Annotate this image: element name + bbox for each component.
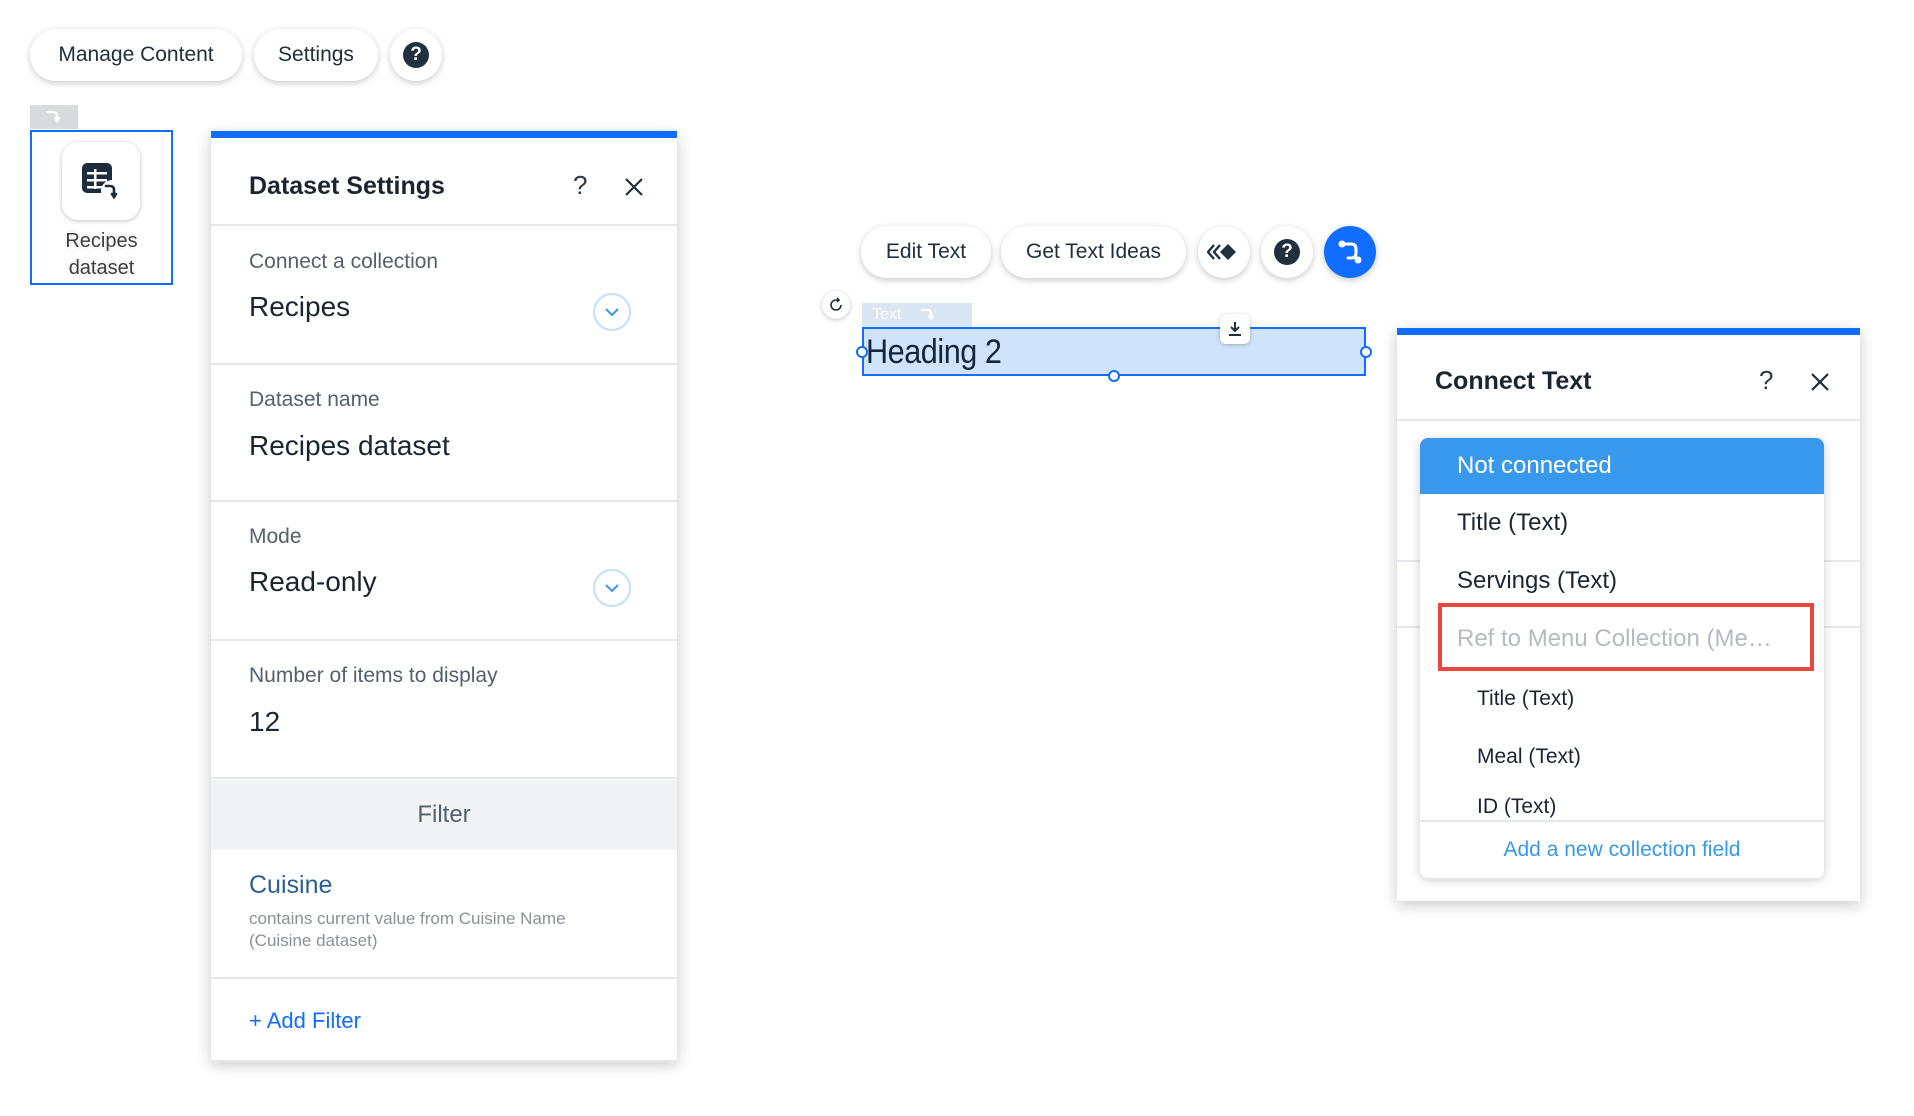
option-not-connected[interactable]: Not connected: [1420, 438, 1824, 494]
resize-handle-right[interactable]: [1360, 346, 1372, 358]
dataset-settings-panel: Dataset Settings ? Connect a collection …: [211, 131, 677, 1062]
element-type-tag: Text: [862, 303, 972, 327]
help-icon[interactable]: ?: [573, 170, 587, 201]
settings-button[interactable]: Settings: [254, 29, 378, 81]
dataset-name-label: Dataset name: [249, 388, 380, 411]
heading-content: Heading 2: [866, 333, 1002, 371]
rotate-icon: [830, 297, 842, 311]
mode-dropdown[interactable]: Read-only: [249, 566, 377, 598]
option-servings[interactable]: Servings (Text): [1420, 552, 1824, 610]
heading-text-element[interactable]: Heading 2: [862, 327, 1366, 376]
divider: [211, 977, 677, 979]
help-button[interactable]: ?: [390, 29, 442, 81]
option-sub-title[interactable]: Title (Text): [1420, 670, 1824, 728]
divider: [211, 639, 677, 641]
chevron-down-icon[interactable]: [593, 293, 631, 331]
panel-title: Dataset Settings: [249, 172, 445, 200]
rotate-button[interactable]: [822, 291, 850, 319]
option-ref-menu-collection: Ref to Menu Collection (Me…: [1457, 625, 1772, 652]
connect-data-button[interactable]: [1324, 226, 1376, 278]
option-sub-meal[interactable]: Meal (Text): [1420, 728, 1824, 786]
add-collection-field-link[interactable]: Add a new collection field: [1420, 822, 1824, 878]
help-icon: ?: [403, 42, 429, 68]
edit-text-button[interactable]: Edit Text: [861, 226, 991, 278]
filter-item-cuisine[interactable]: Cuisine: [249, 871, 332, 900]
dataset-label: Recipes dataset: [65, 230, 138, 279]
close-icon[interactable]: [623, 176, 645, 198]
panel-title: Connect Text: [1435, 367, 1592, 395]
filter-header: Filter: [211, 780, 677, 850]
dataset-widget[interactable]: Recipes dataset: [30, 130, 173, 285]
option-sub-id[interactable]: ID (Text): [1420, 790, 1824, 824]
connect-tag[interactable]: [30, 105, 78, 129]
collection-dropdown[interactable]: Recipes: [249, 291, 350, 323]
close-icon[interactable]: [1809, 371, 1831, 393]
dataset-name-field[interactable]: Recipes dataset: [249, 430, 450, 462]
animation-button[interactable]: [1198, 226, 1250, 278]
option-title[interactable]: Title (Text): [1420, 494, 1824, 552]
connect-icon: [1338, 240, 1362, 264]
divider: [211, 500, 677, 502]
divider: [211, 363, 677, 365]
items-label: Number of items to display: [249, 664, 498, 687]
divider: [211, 224, 677, 226]
text-help-button[interactable]: ?: [1261, 226, 1313, 278]
animation-icon: [1207, 244, 1236, 260]
divider: [211, 1060, 677, 1062]
chevron-down-icon[interactable]: [593, 569, 631, 607]
resize-handle-left[interactable]: [856, 346, 868, 358]
dataset-icon: [62, 142, 140, 220]
resize-handle-bottom[interactable]: [1108, 370, 1120, 382]
field-dropdown-list[interactable]: Not connected Title (Text) Servings (Tex…: [1420, 438, 1824, 878]
add-filter-link[interactable]: + Add Filter: [249, 1008, 361, 1034]
divider: [1397, 419, 1860, 421]
manage-content-button[interactable]: Manage Content: [30, 29, 242, 81]
connect-collection-label: Connect a collection: [249, 250, 439, 273]
connect-icon: [921, 309, 935, 321]
help-icon: ?: [1274, 239, 1300, 265]
get-text-ideas-button[interactable]: Get Text Ideas: [1001, 226, 1186, 278]
divider: [211, 777, 677, 779]
mode-label: Mode: [249, 525, 302, 548]
filter-description: contains current value from Cuisine Name…: [249, 909, 566, 950]
download-icon: [1229, 322, 1241, 336]
download-button[interactable]: [1220, 314, 1250, 344]
connect-icon: [46, 110, 61, 123]
help-icon[interactable]: ?: [1759, 365, 1773, 396]
items-field[interactable]: 12: [249, 706, 280, 738]
